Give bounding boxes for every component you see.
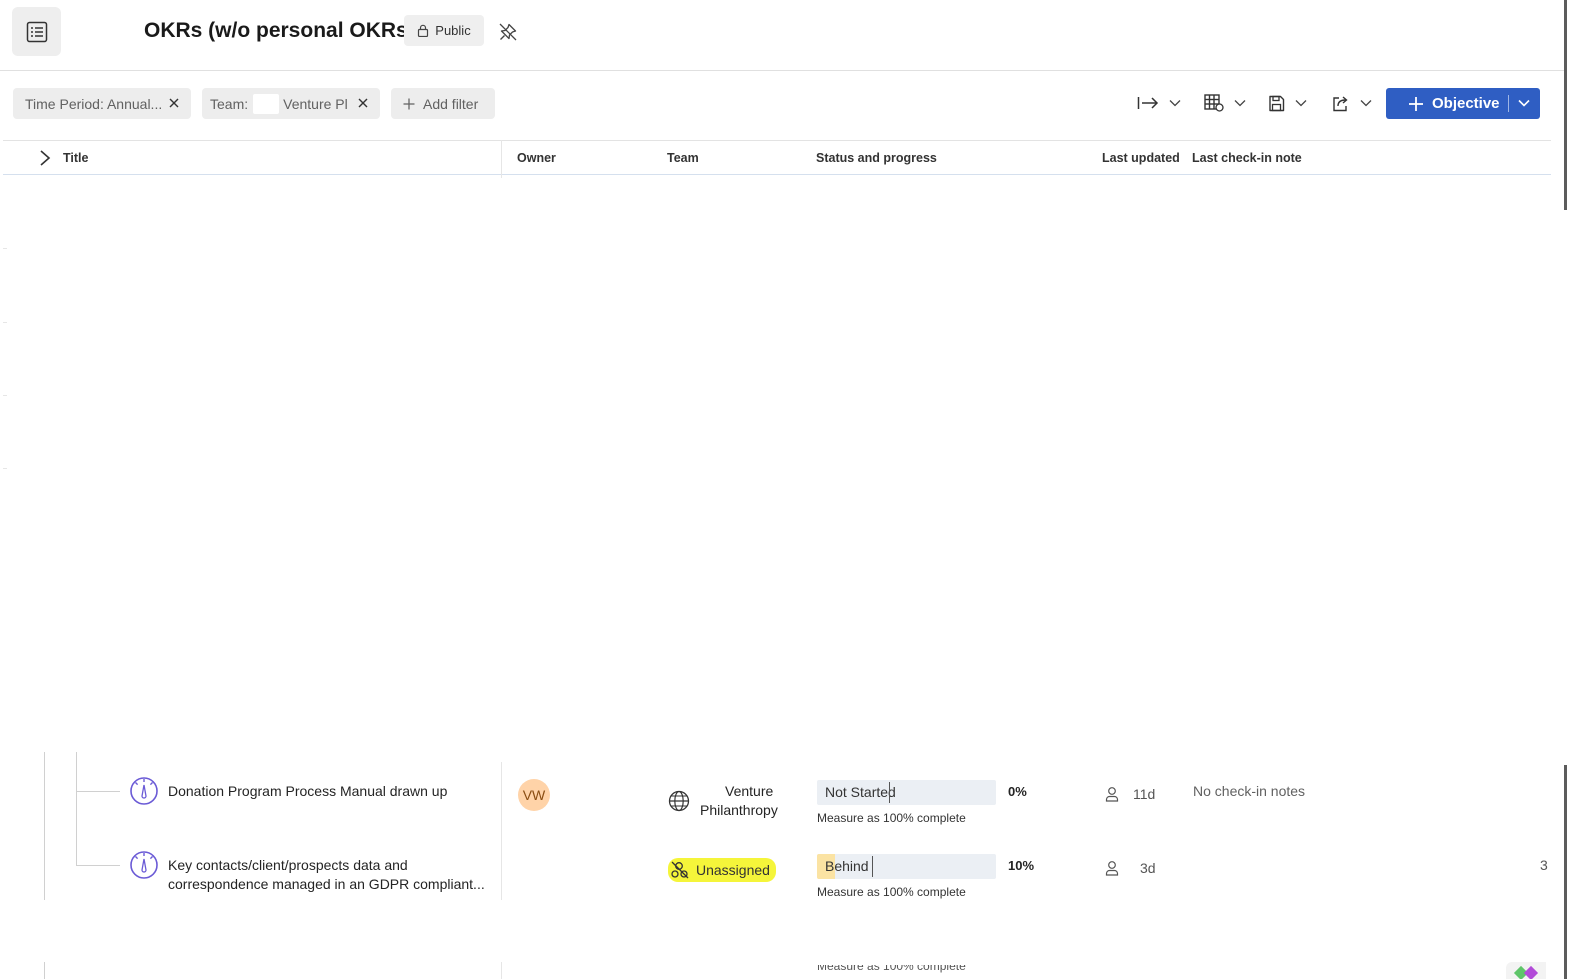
add-filter-button[interactable]: Add filter	[391, 88, 495, 119]
chevron-right-icon[interactable]	[38, 149, 52, 167]
row-title[interactable]: Key contacts/client/prospects data and c…	[168, 856, 488, 894]
chevron-down-icon[interactable]	[1517, 96, 1531, 110]
column-header-team[interactable]: Team	[667, 151, 699, 165]
tree-connector	[76, 865, 120, 866]
measure-text: Measure as 100% complete	[817, 811, 966, 825]
team-unassigned-label: Unassigned	[696, 862, 770, 878]
status-progress-bar[interactable]: Not Started	[817, 780, 996, 805]
table-gear-icon	[1204, 94, 1224, 112]
column-header-last-updated[interactable]: Last updated	[1102, 151, 1180, 165]
page-title: OKRs (w/o personal OKRs)	[144, 19, 415, 42]
team-filter-value: Venture Pl	[283, 95, 348, 112]
share-icon	[1333, 95, 1348, 111]
highlighted-team: Unassigned	[668, 858, 776, 882]
team-name[interactable]: Venture Philanthropy	[700, 782, 800, 820]
scrollbar-lower[interactable]	[1564, 765, 1567, 979]
progress-percent: 10%	[1008, 858, 1035, 873]
app-logo	[1506, 962, 1546, 979]
row-separator	[3, 248, 7, 249]
tree-connector	[44, 752, 45, 900]
unpin-icon	[499, 23, 517, 41]
tree-connector	[76, 752, 77, 866]
status-label: Not Started	[825, 784, 896, 800]
arrow-to-right-icon	[1137, 97, 1159, 109]
column-header-status[interactable]: Status and progress	[816, 151, 937, 165]
table-settings-button[interactable]	[1204, 90, 1246, 116]
progress-percent: 0%	[1008, 784, 1027, 799]
tree-connector	[44, 962, 45, 979]
list-view-menu-button[interactable]	[12, 7, 61, 56]
key-result-gauge-icon	[130, 777, 158, 805]
visibility-badge[interactable]: Public	[404, 15, 484, 46]
measure-text: Measure as 100% complete	[817, 885, 966, 899]
tree-connector	[76, 791, 120, 792]
row-separator	[3, 395, 7, 396]
share-button[interactable]	[1332, 90, 1372, 116]
measure-text-partial: Measure as 100% complete	[817, 959, 966, 973]
plus-icon	[403, 98, 415, 109]
chevron-down-icon	[1234, 100, 1246, 107]
row-separator	[3, 322, 7, 323]
team-redaction	[253, 93, 280, 114]
table-header: Title Owner Team Status and progress Las…	[3, 140, 1551, 175]
last-check-in-note[interactable]: No check-in notes	[1193, 783, 1305, 799]
team-name-line2: Philanthropy	[700, 802, 778, 818]
row-separator	[3, 468, 7, 469]
unpin-button[interactable]	[496, 20, 520, 44]
scrollbar[interactable]	[1564, 0, 1567, 210]
chevron-down-icon	[1360, 100, 1372, 107]
row-title[interactable]: Donation Program Process Manual drawn up	[168, 782, 488, 801]
plus-icon	[1408, 96, 1424, 112]
chevron-down-icon	[1295, 100, 1307, 107]
save-icon	[1269, 95, 1285, 111]
column-divider	[501, 762, 502, 900]
status-progress-bar[interactable]: Behind	[817, 854, 996, 879]
column-divider	[501, 962, 502, 979]
team-filter-prefix: Team:	[210, 95, 249, 112]
column-header-title[interactable]: Title	[63, 151, 88, 165]
add-objective-button[interactable]: Objective	[1386, 88, 1540, 119]
add-filter-label: Add filter	[423, 95, 479, 112]
person-icon	[1105, 787, 1119, 802]
top-header: OKRs (w/o personal OKRs) Public	[0, 0, 1566, 71]
no-team-icon	[671, 861, 689, 879]
add-objective-label: Objective	[1432, 95, 1500, 112]
last-updated: 3d	[1140, 860, 1156, 876]
progress-marker	[889, 782, 890, 803]
save-view-button[interactable]	[1268, 90, 1307, 116]
last-check-in-note-truncated[interactable]: 3	[1540, 857, 1548, 873]
time-period-filter-chip[interactable]: Time Period: Annual...	[13, 88, 191, 119]
status-label: Behind	[825, 858, 869, 874]
button-split-divider	[1508, 95, 1509, 112]
visibility-label: Public	[435, 23, 471, 38]
progress-marker	[872, 856, 873, 877]
close-icon[interactable]	[356, 96, 370, 110]
column-header-last-note[interactable]: Last check-in note	[1192, 151, 1302, 165]
last-updated: 11d	[1133, 786, 1156, 802]
team-filter-chip[interactable]: Team: Venture Pl	[202, 88, 380, 119]
lock-icon	[418, 24, 429, 37]
person-icon	[1105, 861, 1119, 876]
close-icon[interactable]	[167, 96, 181, 110]
team-unassigned[interactable]: Unassigned	[668, 858, 776, 882]
list-icon	[26, 21, 47, 42]
time-period-filter-label: Time Period: Annual...	[25, 95, 163, 112]
chevron-down-icon	[1169, 100, 1181, 107]
avatar[interactable]: VW	[518, 779, 550, 811]
expand-menu-button[interactable]	[1137, 90, 1181, 116]
key-result-gauge-icon	[130, 851, 158, 879]
column-divider	[501, 140, 502, 178]
globe-icon	[668, 790, 690, 812]
column-header-owner[interactable]: Owner	[517, 151, 556, 165]
team-name-line1: Venture	[725, 783, 774, 799]
